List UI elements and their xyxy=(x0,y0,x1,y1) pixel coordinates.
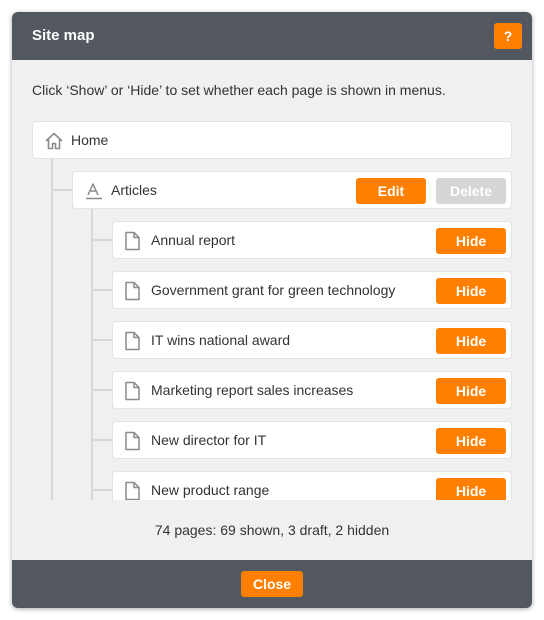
dialog-title: Site map xyxy=(32,27,95,44)
tree-node-home[interactable]: Home xyxy=(32,121,512,159)
page-count-summary: 74 pages: 69 shown, 3 draft, 2 hidden xyxy=(154,522,390,538)
tree-connector-page xyxy=(91,339,112,341)
home-icon xyxy=(45,132,63,150)
hide-button[interactable]: Hide xyxy=(436,478,506,500)
dialog-footer: Close xyxy=(12,560,532,608)
hide-button[interactable]: Hide xyxy=(436,278,506,304)
tree-connector-page xyxy=(91,239,112,241)
tree-node-page[interactable]: IT wins national award Hide xyxy=(112,321,512,359)
node-label-page: New director for IT xyxy=(151,432,267,448)
tree-connector-articles xyxy=(51,189,72,191)
tree-connector-page xyxy=(91,289,112,291)
page-icon xyxy=(125,481,140,500)
dialog-header: Site map ? xyxy=(12,12,532,60)
tree-connector-articles-children xyxy=(91,208,93,500)
page-icon xyxy=(125,231,140,251)
instruction-text: Click ‘Show’ or ‘Hide’ to set whether ea… xyxy=(32,82,446,98)
tree-node-page[interactable]: Annual report Hide xyxy=(112,221,512,259)
tree-node-articles[interactable]: Articles Edit Delete xyxy=(72,171,512,209)
tree-connector-page xyxy=(91,439,112,441)
tree-node-page[interactable]: New director for IT Hide xyxy=(112,421,512,459)
hide-button[interactable]: Hide xyxy=(436,328,506,354)
page-icon xyxy=(125,381,140,401)
tree-connector-page xyxy=(91,489,112,491)
node-label-page: Government grant for green technology xyxy=(151,282,396,298)
page-icon xyxy=(125,281,140,301)
help-button[interactable]: ? xyxy=(494,23,522,49)
site-map-dialog: Site map ? Click ‘Show’ or ‘Hide’ to set… xyxy=(12,12,532,608)
hide-button[interactable]: Hide xyxy=(436,428,506,454)
hide-button[interactable]: Hide xyxy=(436,228,506,254)
node-label-page: Annual report xyxy=(151,232,236,248)
hide-button[interactable]: Hide xyxy=(436,378,506,404)
delete-button: Delete xyxy=(436,178,506,204)
node-label-page: IT wins national award xyxy=(151,332,291,348)
page-icon xyxy=(125,431,140,451)
node-label-page: New product range xyxy=(151,482,270,498)
tree-node-page[interactable]: New product range Hide xyxy=(112,471,512,500)
tree-node-page[interactable]: Government grant for green technology Hi… xyxy=(112,271,512,309)
close-button[interactable]: Close xyxy=(241,571,303,597)
page-icon xyxy=(125,331,140,351)
edit-button[interactable]: Edit xyxy=(356,178,426,204)
tree-node-page[interactable]: Marketing report sales increases Hide xyxy=(112,371,512,409)
node-label-articles: Articles xyxy=(111,182,157,198)
node-label-page: Marketing report sales increases xyxy=(151,382,354,398)
node-label-home: Home xyxy=(71,132,109,148)
tree-connector-page xyxy=(91,389,112,391)
tree-connector-root xyxy=(51,158,53,500)
articles-icon xyxy=(86,183,102,200)
site-tree[interactable]: Home Articles Edit Delete Annual report … xyxy=(12,120,532,500)
